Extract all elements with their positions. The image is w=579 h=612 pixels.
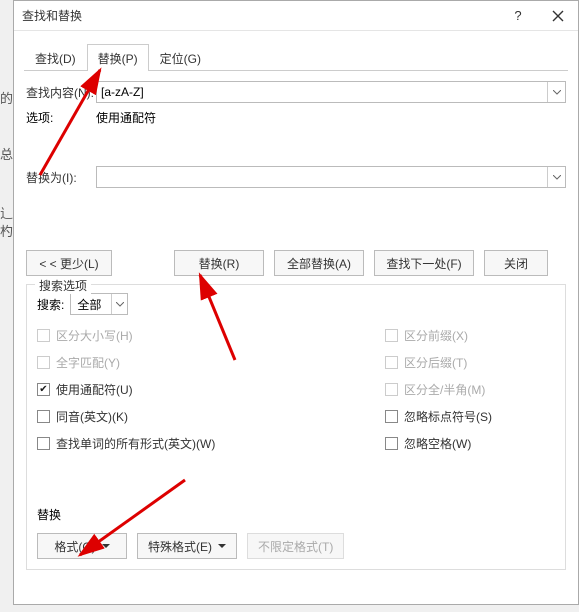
all-forms-checkbox[interactable]: 查找单词的所有形式(英文)(W) xyxy=(37,435,385,452)
less-button[interactable]: < < 更少(L) xyxy=(26,250,112,276)
bottom-section-label: 替换 xyxy=(37,506,555,523)
find-replace-dialog: 查找和替换 ? 查找(D) 替换(P) 定位(G) 查找内容(N): [a-zA… xyxy=(13,0,579,605)
tab-goto[interactable]: 定位(G) xyxy=(149,44,212,71)
suffix-checkbox: 区分后缀(T) xyxy=(385,354,555,371)
checkbox-icon xyxy=(37,410,50,423)
chevron-down-icon[interactable] xyxy=(547,82,565,102)
prefix-checkbox: 区分前缀(X) xyxy=(385,327,555,344)
search-direction-select[interactable]: 全部 xyxy=(70,293,128,315)
checkbox-icon xyxy=(37,329,50,342)
search-options-legend: 搜索选项 xyxy=(35,277,91,294)
checkbox-icon xyxy=(385,329,398,342)
tab-replace[interactable]: 替换(P) xyxy=(87,44,149,71)
help-button[interactable]: ? xyxy=(498,1,538,31)
search-options-group: 搜索选项 搜索: 全部 区分大小写(H) xyxy=(26,284,566,570)
dialog-body: 查找内容(N): [a-zA-Z] 选项: 使用通配符 替换为(I): xyxy=(14,71,578,582)
match-case-checkbox: 区分大小写(H) xyxy=(37,327,385,344)
chevron-down-icon[interactable] xyxy=(111,294,127,314)
bg-text: 总 xyxy=(0,144,13,163)
width-checkbox: 区分全/半角(M) xyxy=(385,381,555,398)
format-button[interactable]: 格式(O) xyxy=(37,533,127,559)
whole-word-checkbox: 全字匹配(Y) xyxy=(37,354,385,371)
action-buttons: < < 更少(L) 替换(R) 全部替换(A) 查找下一处(F) 关闭 xyxy=(26,250,566,276)
checkbox-icon xyxy=(385,356,398,369)
replace-all-button[interactable]: 全部替换(A) xyxy=(274,250,364,276)
checkbox-icon xyxy=(385,410,398,423)
titlebar: 查找和替换 ? xyxy=(14,1,578,31)
dialog-title: 查找和替换 xyxy=(22,7,498,24)
punct-checkbox[interactable]: 忽略标点符号(S) xyxy=(385,408,555,425)
close-button[interactable] xyxy=(538,1,578,31)
bg-text: 杓 xyxy=(0,221,13,240)
tabstrip: 查找(D) 替换(P) 定位(G) xyxy=(24,43,568,71)
find-value[interactable]: [a-zA-Z] xyxy=(97,85,547,99)
search-direction-value: 全部 xyxy=(71,296,111,313)
replace-input[interactable] xyxy=(96,166,566,188)
checkbox-icon xyxy=(385,437,398,450)
no-format-button: 不限定格式(T) xyxy=(247,533,344,559)
checkbox-icon xyxy=(385,383,398,396)
find-input[interactable]: [a-zA-Z] xyxy=(96,81,566,103)
checkbox-icon xyxy=(37,437,50,450)
replace-label: 替换为(I): xyxy=(26,169,96,186)
checkbox-icon xyxy=(37,356,50,369)
close-icon xyxy=(552,10,564,22)
find-label: 查找内容(N): xyxy=(26,84,96,101)
options-label: 选项: xyxy=(26,109,96,126)
bg-text: 的 xyxy=(0,88,13,107)
chevron-down-icon[interactable] xyxy=(547,167,565,187)
wildcards-checkbox[interactable]: 使用通配符(U) xyxy=(37,381,385,398)
options-value: 使用通配符 xyxy=(96,109,156,126)
search-direction-label: 搜索: xyxy=(37,296,64,313)
bg-text: 辶 xyxy=(0,203,13,222)
find-next-button[interactable]: 查找下一处(F) xyxy=(374,250,474,276)
close-dialog-button[interactable]: 关闭 xyxy=(484,250,548,276)
special-format-button[interactable]: 特殊格式(E) xyxy=(137,533,237,559)
replace-button[interactable]: 替换(R) xyxy=(174,250,264,276)
checkbox-icon xyxy=(37,383,50,396)
tab-find[interactable]: 查找(D) xyxy=(24,44,87,71)
sounds-like-checkbox[interactable]: 同音(英文)(K) xyxy=(37,408,385,425)
space-checkbox[interactable]: 忽略空格(W) xyxy=(385,435,555,452)
